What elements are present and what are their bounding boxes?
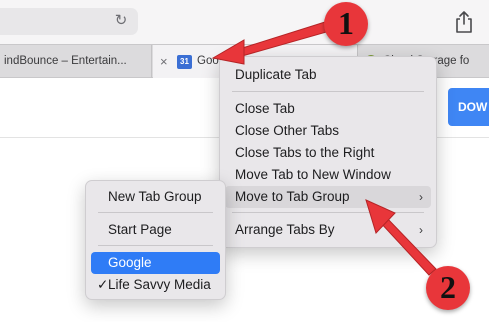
annotation-badge-2: 2 <box>426 266 470 310</box>
annotation-arrow-1 <box>211 21 331 65</box>
annotation-arrows <box>211 21 437 276</box>
annotation-arrow-2 <box>365 199 437 276</box>
annotation-badge-1: 1 <box>324 2 368 46</box>
